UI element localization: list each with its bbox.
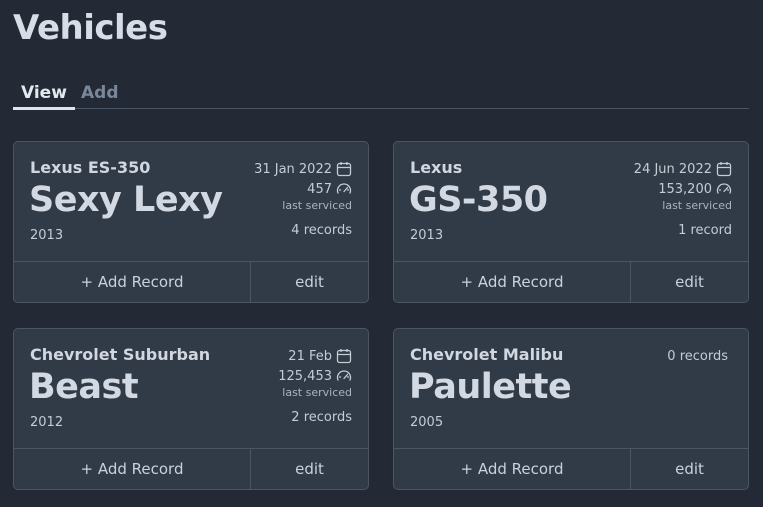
last-serviced-label: last serviced [282,386,352,399]
vehicle-meta: 24 Jun 2022 153,200 last serviced 1 reco… [633,159,732,239]
vehicle-card-footer: + Add Record edit [394,261,748,302]
calendar-icon [716,161,732,177]
last-service-mileage: 153,200 [658,181,712,197]
vehicle-card: Chevrolet Suburban Beast 2012 21 Feb 125… [13,328,369,490]
last-service-date: 21 Feb [288,348,332,364]
vehicle-card-body[interactable]: Lexus GS-350 2013 24 Jun 2022 153,200 la… [394,142,748,262]
vehicle-nickname: Sexy Lexy [29,180,223,220]
vehicle-card-body[interactable]: Chevrolet Malibu Paulette 2005 0 records [394,329,748,449]
vehicle-make: Lexus [410,158,463,177]
edit-button[interactable]: edit [251,449,368,489]
speedometer-icon [716,181,732,197]
speedometer-icon [336,368,352,384]
vehicle-card-footer: + Add Record edit [14,448,368,489]
last-service-date: 31 Jan 2022 [254,161,332,177]
vehicle-nickname: Paulette [409,367,572,407]
tab-view[interactable]: View [13,82,75,110]
calendar-icon [336,348,352,364]
records-count: 4 records [291,223,352,238]
records-count: 0 records [667,348,728,364]
vehicle-card-footer: + Add Record edit [394,448,748,489]
vehicle-card: Lexus ES-350 Sexy Lexy 2013 31 Jan 2022 … [13,141,369,303]
vehicles-page: Vehicles View Add Lexus ES-350 Sexy Lexy… [0,0,763,507]
vehicle-card-body[interactable]: Chevrolet Suburban Beast 2012 21 Feb 125… [14,329,368,449]
vehicle-meta: 21 Feb 125,453 last serviced 2 records [278,346,352,426]
vehicle-card: Chevrolet Malibu Paulette 2005 0 records… [393,328,749,490]
last-serviced-label: last serviced [282,199,352,212]
records-count: 1 record [678,223,732,238]
records-count: 2 records [291,410,352,425]
calendar-icon [336,161,352,177]
vehicle-meta: 31 Jan 2022 457 last serviced 4 records [254,159,352,239]
vehicle-make: Chevrolet Suburban [30,345,211,364]
vehicle-make: Chevrolet Malibu [410,345,564,364]
vehicle-card-footer: + Add Record edit [14,261,368,302]
speedometer-icon [336,181,352,197]
edit-button[interactable]: edit [251,262,368,302]
vehicle-year: 2012 [30,415,64,430]
last-serviced-label: last serviced [662,199,732,212]
vehicle-meta: 0 records [667,346,732,366]
vehicle-card: Lexus GS-350 2013 24 Jun 2022 153,200 la… [393,141,749,303]
page-title: Vehicles [13,8,168,48]
last-service-mileage: 457 [307,181,332,197]
add-record-button[interactable]: + Add Record [14,262,251,302]
add-record-button[interactable]: + Add Record [394,262,631,302]
vehicle-make: Lexus ES-350 [30,158,151,177]
add-record-button[interactable]: + Add Record [394,449,631,489]
vehicle-nickname: Beast [29,367,139,407]
tab-add[interactable]: Add [73,82,127,109]
add-record-button[interactable]: + Add Record [14,449,251,489]
vehicle-nickname: GS-350 [409,180,548,220]
edit-button[interactable]: edit [631,449,748,489]
last-service-date: 24 Jun 2022 [633,161,712,177]
vehicle-year: 2013 [30,228,64,243]
vehicle-year: 2005 [410,415,444,430]
edit-button[interactable]: edit [631,262,748,302]
tab-bar: View Add [13,82,749,110]
last-service-mileage: 125,453 [278,368,332,384]
vehicle-year: 2013 [410,228,444,243]
vehicle-card-body[interactable]: Lexus ES-350 Sexy Lexy 2013 31 Jan 2022 … [14,142,368,262]
